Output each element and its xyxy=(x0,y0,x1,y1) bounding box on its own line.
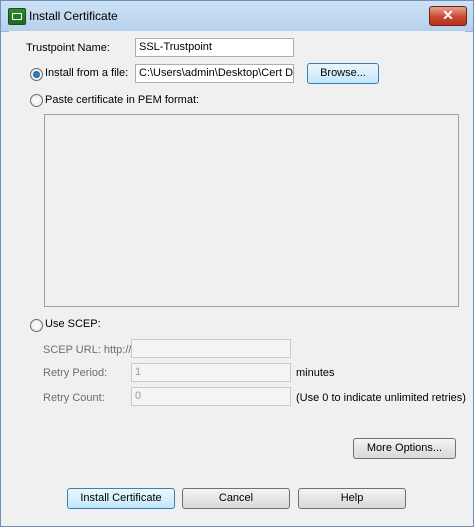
scep-url-label: SCEP URL: http:// xyxy=(43,344,132,356)
more-options-button[interactable]: More Options... xyxy=(353,438,456,459)
help-button[interactable]: Help xyxy=(298,488,406,509)
certificate-app-icon xyxy=(8,8,26,25)
install-certificate-button[interactable]: Install Certificate xyxy=(67,488,175,509)
retry-count-label: Retry Count: xyxy=(43,392,105,404)
retry-period-unit: minutes xyxy=(296,367,335,379)
use-scep-label: Use SCEP: xyxy=(45,318,101,330)
trustpoint-name-input[interactable]: SSL-Trustpoint xyxy=(135,38,294,57)
install-from-file-label: Install from a file: xyxy=(45,67,129,79)
browse-button[interactable]: Browse... xyxy=(307,63,379,84)
paste-pem-label: Paste certificate in PEM format: xyxy=(45,94,200,106)
use-scep-radio[interactable] xyxy=(30,319,43,332)
retry-period-input[interactable]: 1 xyxy=(131,363,291,382)
window-title: Install Certificate xyxy=(29,9,118,23)
scep-url-input[interactable] xyxy=(131,339,291,358)
file-path-input[interactable]: C:\Users\admin\Desktop\Cert Doc xyxy=(135,64,294,83)
cancel-button[interactable]: Cancel xyxy=(182,488,290,509)
trustpoint-name-label: Trustpoint Name: xyxy=(26,42,110,54)
retry-count-input[interactable]: 0 xyxy=(131,387,291,406)
dialog-content: Trustpoint Name: SSL-Trustpoint Install … xyxy=(9,31,466,518)
title-bar: Install Certificate ✕ xyxy=(1,1,473,32)
paste-pem-radio[interactable] xyxy=(30,94,43,107)
close-icon: ✕ xyxy=(442,7,454,23)
install-from-file-radio[interactable] xyxy=(30,68,43,81)
retry-count-hint: (Use 0 to indicate unlimited retries) xyxy=(296,392,466,404)
close-button[interactable]: ✕ xyxy=(429,6,467,26)
retry-period-label: Retry Period: xyxy=(43,367,108,379)
pem-textarea[interactable] xyxy=(44,114,459,307)
install-certificate-dialog: Install Certificate ✕ Trustpoint Name: S… xyxy=(0,0,474,527)
